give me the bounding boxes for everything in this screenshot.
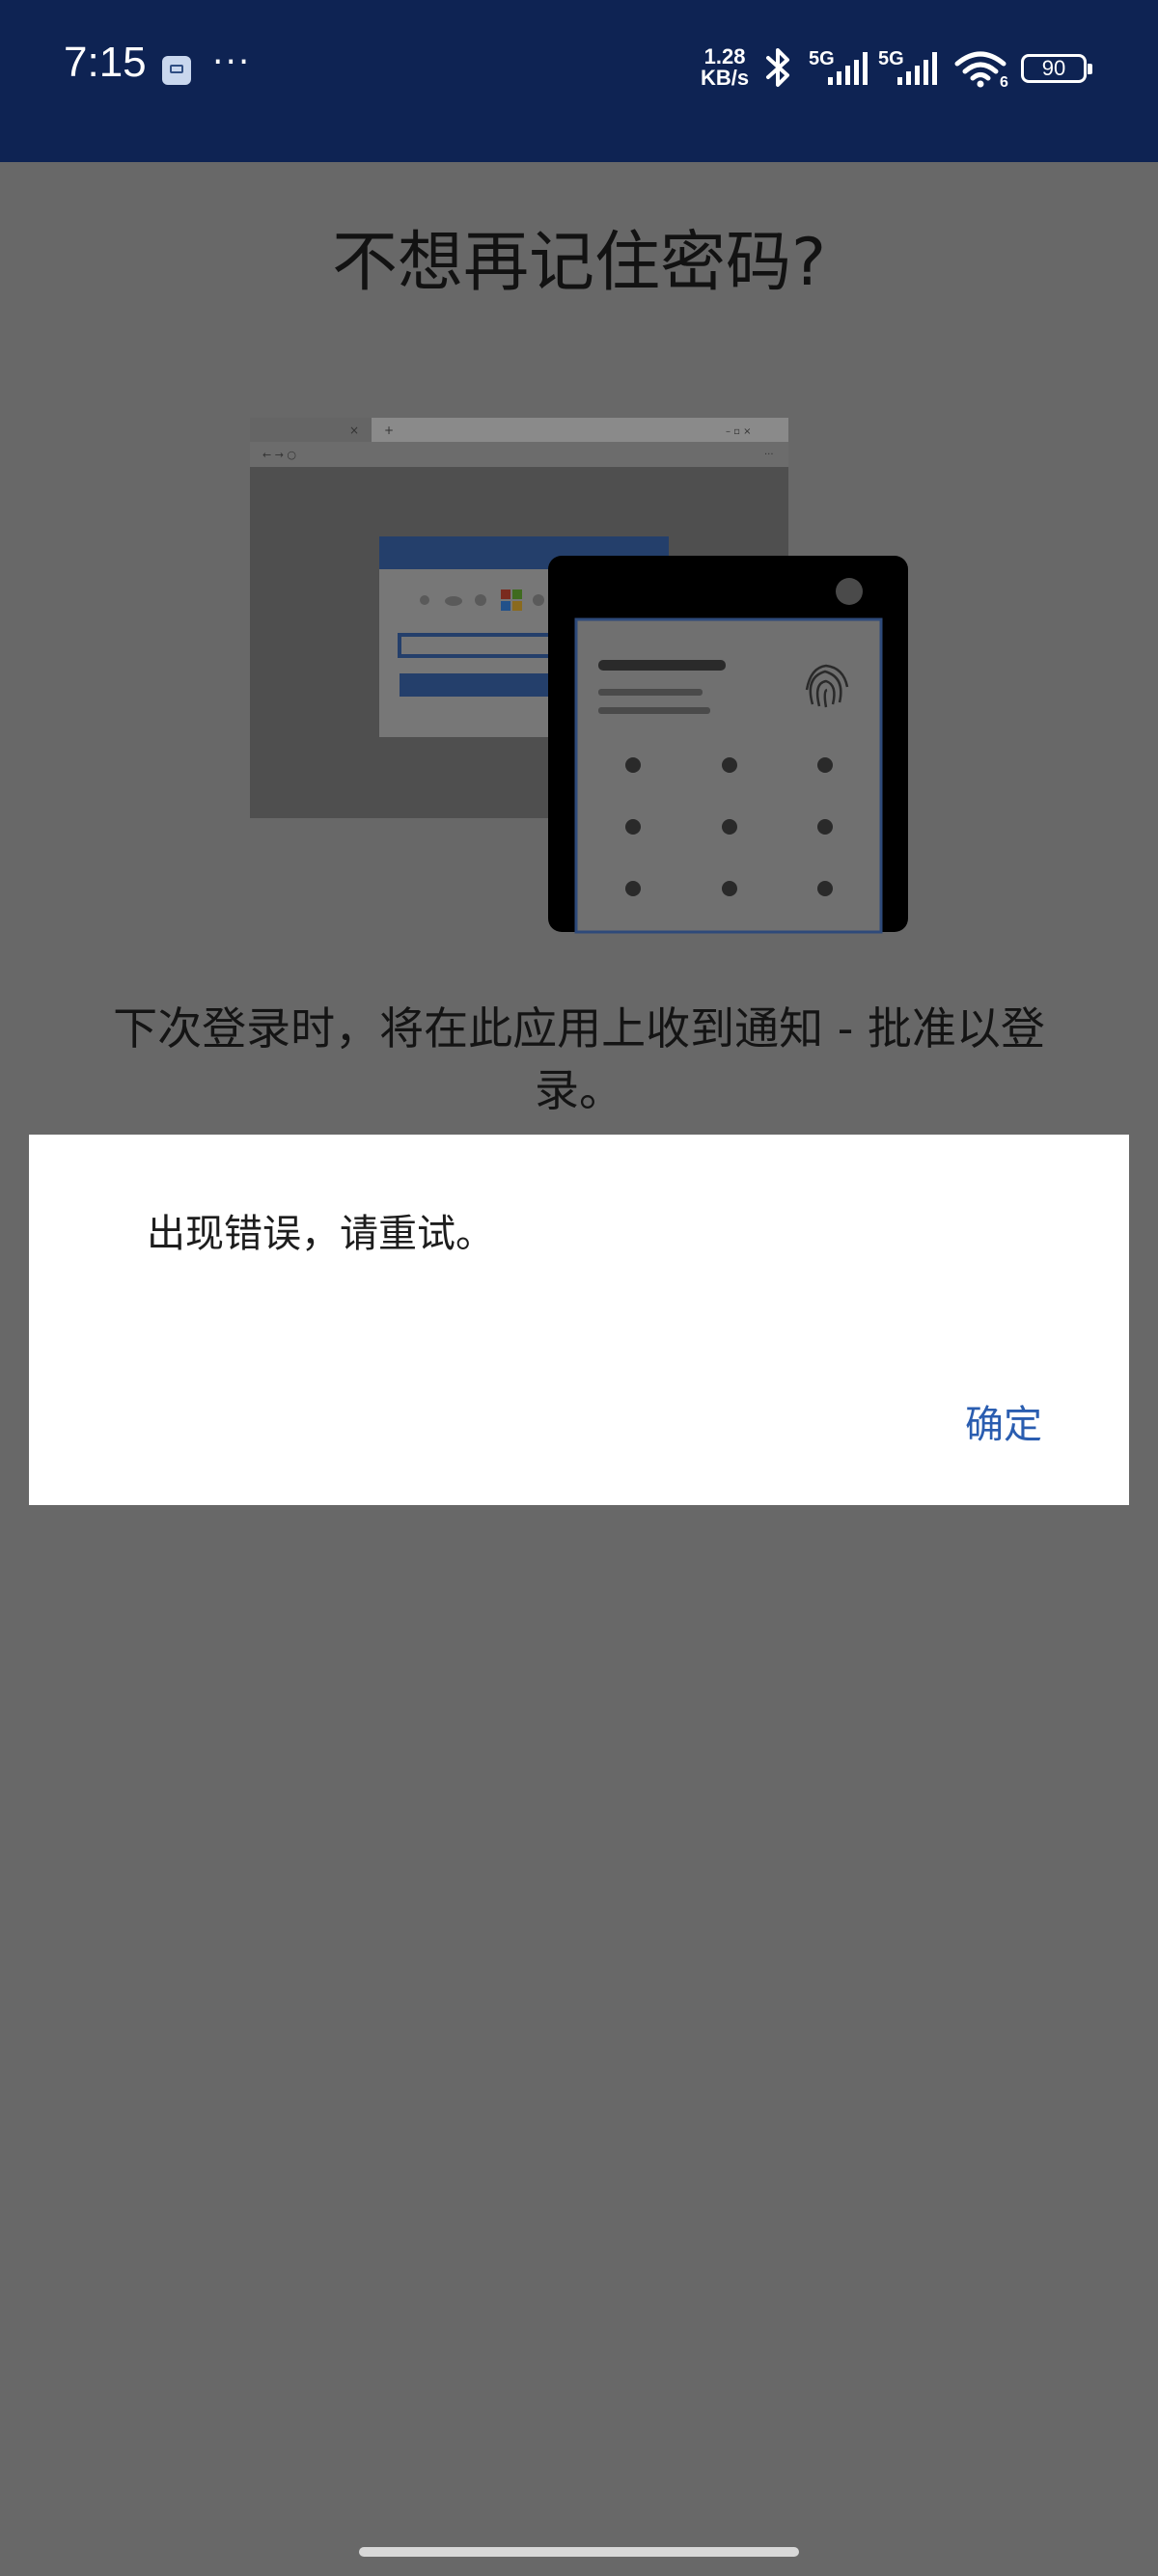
passwordless-illustration: × + – ▫ × ← → ○ ··· <box>250 418 908 934</box>
ok-button[interactable]: 确定 <box>955 1387 1052 1455</box>
svg-text:– ▫ ×: – ▫ × <box>726 426 752 437</box>
dialog-message: 出现错误，请重试。 <box>147 1212 494 1256</box>
page-description: 下次登录时，将在此应用上收到通知 - 批准以登录。 <box>113 1002 1045 1116</box>
error-dialog: 出现错误，请重试。 确定 <box>29 1135 1129 1505</box>
svg-text:···: ··· <box>764 450 774 460</box>
svg-text:×: × <box>349 424 359 437</box>
svg-text:+: + <box>384 424 394 437</box>
svg-text:← → ○: ← → ○ <box>262 449 296 461</box>
home-indicator[interactable] <box>359 2547 799 2557</box>
